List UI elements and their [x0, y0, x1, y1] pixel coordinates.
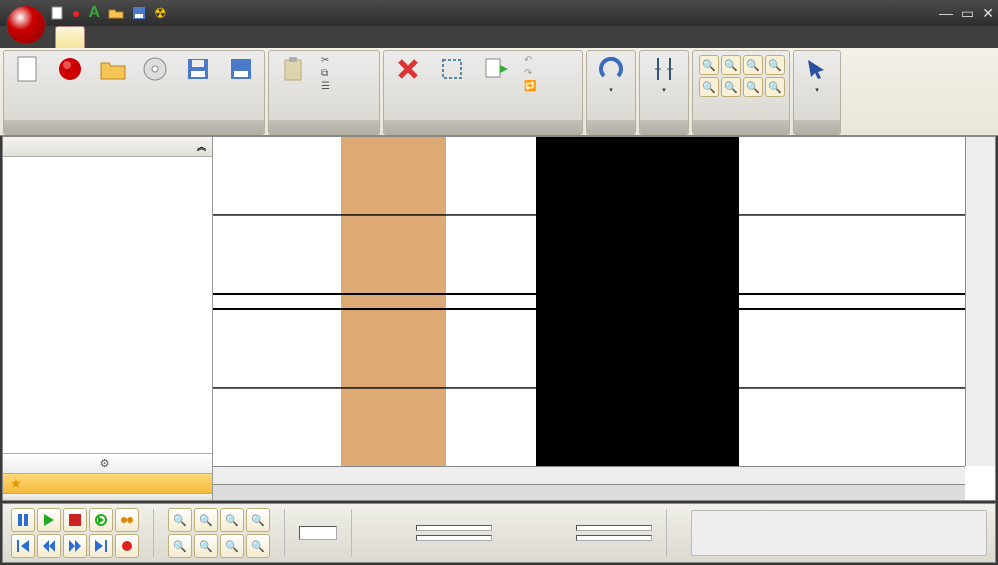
open-button[interactable] [93, 53, 132, 87]
gear-icon: ⚙ [100, 457, 110, 470]
menu-edit[interactable] [113, 26, 141, 48]
file-length-value[interactable] [576, 535, 652, 541]
end-value[interactable] [416, 535, 492, 541]
zoom-v-in-button[interactable]: 🔍 [699, 77, 719, 97]
select-button[interactable]: ▾ [644, 53, 684, 98]
menu-options[interactable] [225, 26, 253, 48]
menu-help[interactable] [253, 26, 281, 48]
menu-bookmark[interactable] [197, 26, 225, 48]
sidebar: ︽ ⚙ ★ [3, 137, 213, 500]
tab-quick-edit[interactable] [3, 493, 212, 500]
copy-button[interactable]: ⧉ [321, 68, 334, 79]
bb-zoom-8[interactable]: 🔍 [246, 534, 270, 558]
qat-record-icon[interactable]: ● [72, 5, 80, 21]
favorites-list [3, 157, 212, 453]
bb-zoom-6[interactable]: 🔍 [194, 534, 218, 558]
titlebar: ● A ☢ — ▭ ✕ [0, 0, 998, 26]
bb-zoom-4[interactable]: 🔍 [246, 508, 270, 532]
db-scale [965, 137, 995, 466]
goto-start-button[interactable] [11, 534, 35, 558]
repeat-button[interactable]: 🔁 [524, 81, 540, 92]
zoom-v-out-button[interactable]: 🔍 [721, 77, 741, 97]
menu-file[interactable] [85, 26, 113, 48]
mix-file-button[interactable] [476, 53, 516, 87]
bb-zoom-5[interactable]: 🔍 [168, 534, 192, 558]
group-zoom-label [693, 120, 789, 134]
bb-zoom-3[interactable]: 🔍 [220, 508, 244, 532]
status-bar: 🔍🔍🔍🔍 🔍🔍🔍🔍 [2, 503, 996, 563]
zoom-right-button[interactable]: 🔍 [765, 77, 785, 97]
start-value[interactable] [416, 525, 492, 531]
play-button[interactable] [37, 508, 61, 532]
redo-button[interactable]: ↷ [524, 68, 540, 79]
new-file-button[interactable] [8, 53, 47, 87]
load-cd-button[interactable] [136, 53, 175, 87]
group-editing-label [384, 120, 582, 134]
minimize-icon[interactable]: — [939, 5, 953, 22]
collapse-icon[interactable]: ︽ [197, 140, 206, 153]
group-view-label [794, 120, 840, 134]
edit-favorites-button[interactable]: ⚙ [3, 453, 212, 473]
pause-button[interactable] [11, 508, 35, 532]
undo-icon: ↶ [524, 55, 532, 66]
record-button[interactable] [115, 508, 139, 532]
paste-button[interactable] [273, 53, 313, 87]
rewind-button[interactable] [37, 534, 61, 558]
repeat-icon: 🔁 [524, 81, 536, 92]
qat-radiation-icon[interactable]: ☢ [154, 5, 167, 22]
close-icon[interactable]: ✕ [982, 5, 994, 22]
menu-noise-reduction[interactable] [169, 26, 197, 48]
zoom-in-button[interactable]: 🔍 [699, 55, 719, 75]
scissors-icon: ✂ [321, 55, 329, 66]
copy-icon: ⧉ [321, 68, 328, 79]
star-icon: ★ [11, 477, 21, 490]
bb-zoom-2[interactable]: 🔍 [194, 508, 218, 532]
horizontal-scrollbar[interactable] [213, 484, 965, 500]
qat-save-icon[interactable] [132, 6, 146, 20]
menubar [0, 26, 998, 48]
save-file-button[interactable] [179, 53, 218, 87]
delete-button[interactable] [388, 53, 428, 87]
undo-button[interactable]: ↶ [524, 55, 540, 66]
play-loop-button[interactable] [89, 508, 113, 532]
stop-button[interactable] [63, 508, 87, 532]
group-effect-label [587, 120, 635, 134]
new-record-button[interactable] [51, 53, 90, 87]
menu-home[interactable] [55, 26, 85, 48]
record-mode-button[interactable] [115, 534, 139, 558]
group-file-label [4, 120, 264, 134]
qat-add-icon[interactable]: A [88, 4, 100, 22]
sel-length-value[interactable] [576, 525, 652, 531]
zoom-fit-button[interactable]: 🔍 [743, 55, 763, 75]
group-clipboard-label [269, 120, 379, 134]
app-orb[interactable] [6, 5, 46, 45]
time-display [299, 526, 337, 540]
select-all-button[interactable]: ☰ [321, 81, 334, 92]
view-button[interactable]: ▾ [798, 53, 836, 98]
time-ruler[interactable] [213, 466, 965, 484]
ribbon: ✂ ⧉ ☰ ↶ ↷ 🔁 ▾ ▾ 🔍🔍🔍🔍 🔍🔍 [0, 48, 998, 136]
crop-button[interactable] [432, 53, 472, 87]
level-meters [691, 510, 987, 556]
cut-button[interactable]: ✂ [321, 55, 334, 66]
qat-open-icon[interactable] [108, 6, 124, 20]
group-select-label [640, 120, 688, 134]
maximize-icon[interactable]: ▭ [961, 5, 974, 22]
effect-button[interactable]: ▾ [591, 53, 631, 98]
goto-end-button[interactable] [89, 534, 113, 558]
save-file-as-button[interactable] [221, 53, 260, 87]
forward-button[interactable] [63, 534, 87, 558]
bb-zoom-1[interactable]: 🔍 [168, 508, 192, 532]
menu-effect[interactable] [141, 26, 169, 48]
qat-new-icon[interactable] [50, 6, 64, 20]
zoom-out-button[interactable]: 🔍 [721, 55, 741, 75]
redo-icon: ↷ [524, 68, 532, 79]
waveform-area[interactable] [213, 137, 995, 500]
zoom-left-button[interactable]: 🔍 [743, 77, 763, 97]
zoom-sel-button[interactable]: 🔍 [765, 55, 785, 75]
bb-zoom-7[interactable]: 🔍 [220, 534, 244, 558]
select-all-icon: ☰ [321, 81, 330, 92]
tab-favorites[interactable]: ★ [3, 473, 212, 493]
